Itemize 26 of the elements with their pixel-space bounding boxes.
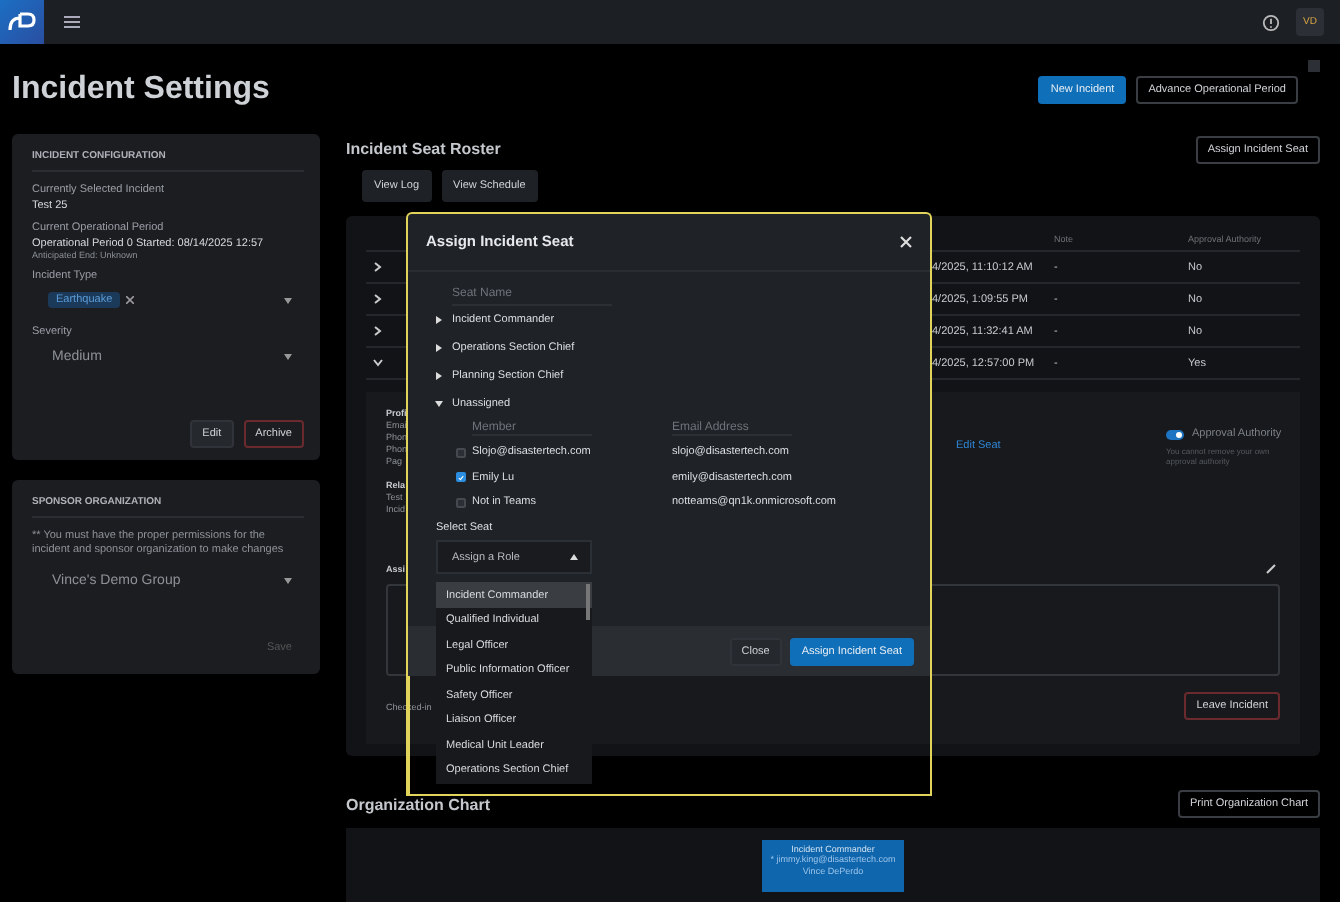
caret-icon — [284, 578, 292, 585]
pencil-icon[interactable] — [1266, 564, 1276, 574]
logo-icon[interactable] — [0, 0, 44, 44]
section-title: Incident Seat Roster — [346, 140, 501, 158]
section-title: Organization Chart — [346, 795, 491, 813]
chevron-icon[interactable] — [373, 359, 383, 367]
close-icon[interactable] — [900, 235, 912, 248]
chevron-icon[interactable] — [374, 262, 382, 272]
chevron-icon[interactable] — [374, 326, 382, 336]
caret-icon — [284, 354, 292, 360]
menu-icon[interactable] — [64, 16, 80, 28]
chevron-icon[interactable] — [374, 294, 382, 304]
expand-icon[interactable] — [435, 400, 443, 407]
member-checkbox[interactable] — [456, 447, 466, 458]
caret-icon — [284, 297, 292, 303]
caret-icon — [570, 554, 578, 561]
expand-icon[interactable] — [436, 343, 442, 352]
expand-icon[interactable] — [436, 371, 442, 380]
approval-toggle[interactable] — [1166, 429, 1184, 439]
page-title: Incident Settings — [12, 72, 270, 108]
remove-icon[interactable] — [126, 296, 135, 304]
scrollbar[interactable] — [586, 584, 590, 621]
help-icon[interactable] — [1262, 13, 1280, 31]
expand-icon[interactable] — [436, 315, 442, 324]
member-checkbox[interactable] — [456, 472, 466, 483]
member-checkbox[interactable] — [456, 497, 466, 508]
